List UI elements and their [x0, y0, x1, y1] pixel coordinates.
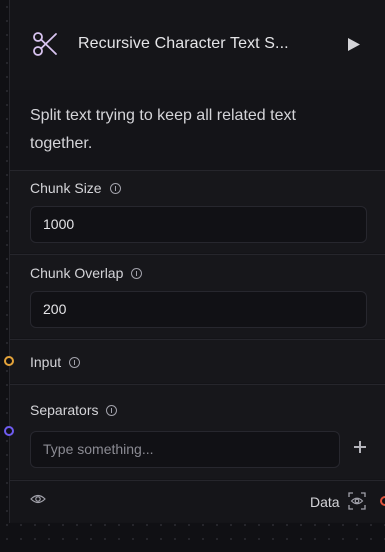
description-section: Split text trying to keep all related te…: [10, 90, 385, 170]
eye-icon[interactable]: [30, 493, 46, 505]
info-icon[interactable]: [106, 405, 118, 416]
inspect-output-icon[interactable]: [348, 492, 366, 510]
separators-input[interactable]: Type something...: [30, 431, 340, 468]
input-label: Input: [30, 354, 81, 370]
input-handle[interactable]: [4, 356, 14, 366]
add-separator-button[interactable]: [353, 440, 367, 454]
separators-label: Separators: [30, 402, 118, 418]
play-icon[interactable]: [347, 37, 361, 52]
node-footer: Data: [10, 480, 385, 522]
output-data-label: Data: [310, 494, 340, 510]
scissors-icon: [33, 32, 57, 56]
text-splitter-node[interactable]: Recursive Character Text S... Split text…: [9, 0, 385, 523]
chunk-size-section: Chunk Size 1000: [10, 170, 385, 253]
chunk-size-label: Chunk Size: [30, 180, 121, 196]
info-icon[interactable]: [109, 183, 121, 194]
node-header: Recursive Character Text S...: [10, 0, 385, 90]
info-icon[interactable]: [69, 357, 81, 368]
chunk-size-input[interactable]: 1000: [30, 206, 367, 243]
separators-handle[interactable]: [4, 426, 14, 436]
chunk-overlap-input[interactable]: 200: [30, 291, 367, 328]
info-icon[interactable]: [131, 268, 143, 279]
chunk-overlap-section: Chunk Overlap 200: [10, 254, 385, 338]
input-section: Input: [10, 339, 385, 383]
node-title: Recursive Character Text S...: [78, 35, 289, 52]
data-output-handle[interactable]: [380, 496, 385, 506]
chunk-overlap-label: Chunk Overlap: [30, 265, 143, 281]
node-description: Split text trying to keep all related te…: [30, 107, 296, 152]
